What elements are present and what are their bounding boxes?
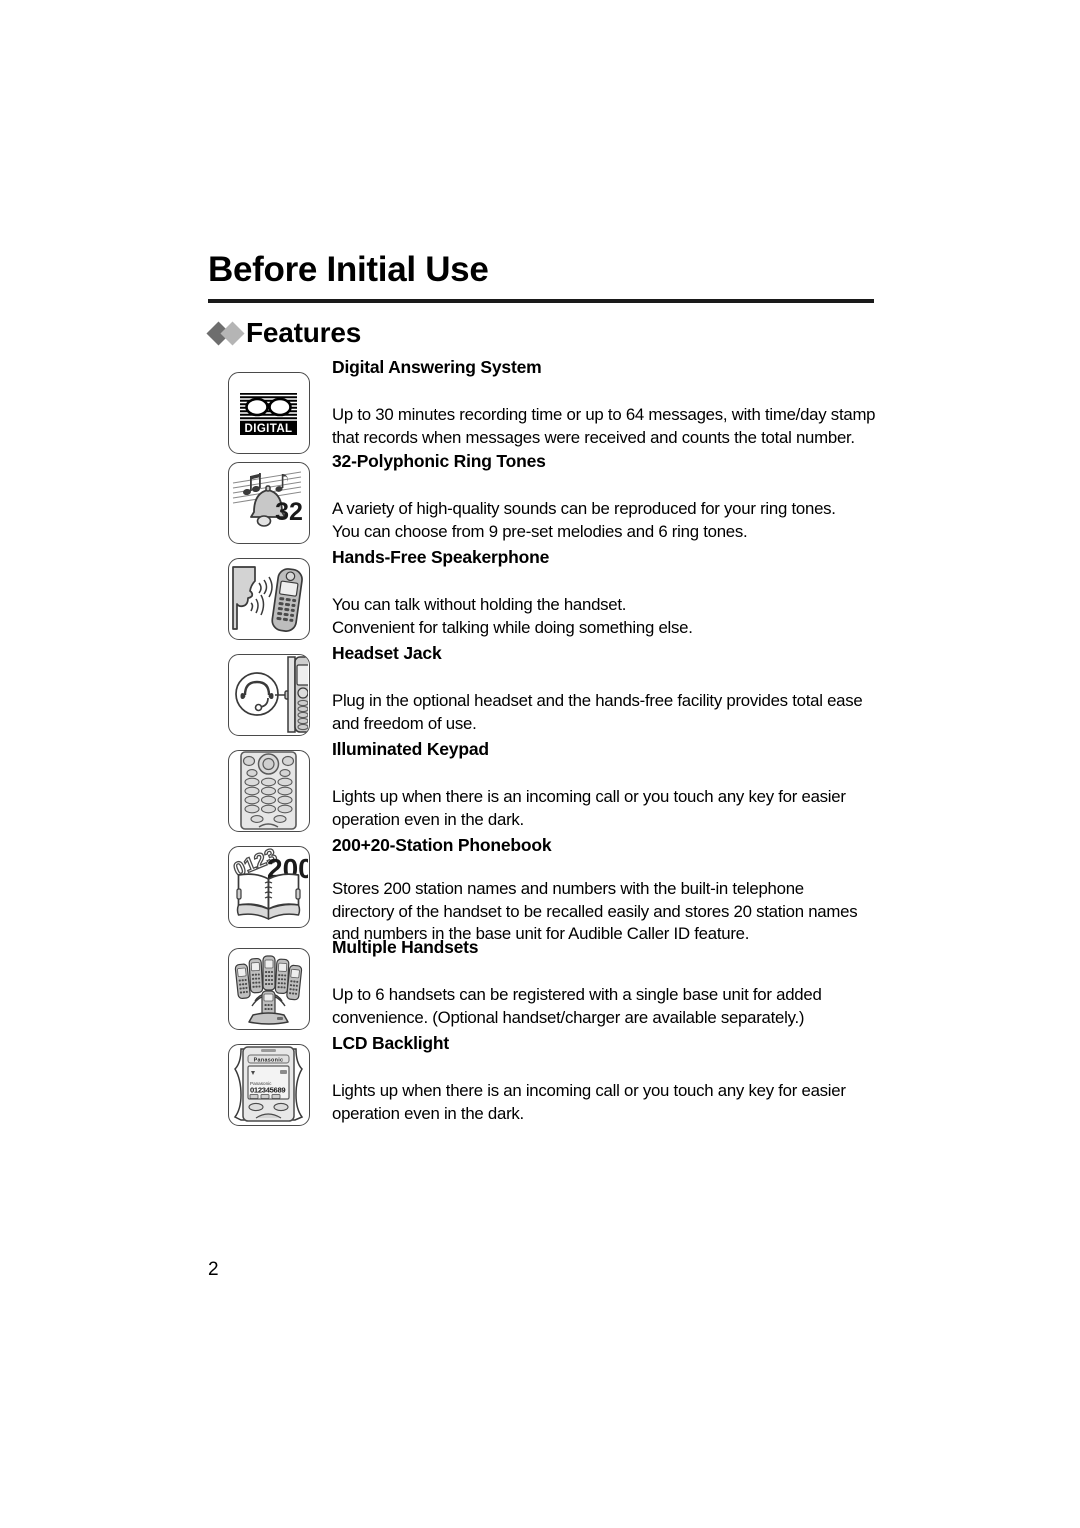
feature-text: 200+20-Station Phonebook Stores 200 stat… <box>332 834 878 946</box>
feature-item: Panasonic Panasonic 012345689 LCD Backli… <box>0 1032 1080 1126</box>
multiple-handsets-icon <box>228 948 310 1030</box>
feature-text: Illuminated Keypad Lights up when there … <box>332 738 878 831</box>
feature-title: Illuminated Keypad <box>332 739 489 759</box>
features-section-heading: Features <box>206 316 362 350</box>
feature-body: Lights up when there is an incoming call… <box>332 787 846 829</box>
svg-text:DIGITAL: DIGITAL <box>245 423 293 435</box>
feature-title: Hands-Free Speakerphone <box>332 547 550 567</box>
cassette-digital-icon: DIGITAL <box>228 372 310 454</box>
feature-body: A variety of high-quality sounds can be … <box>332 499 836 541</box>
illuminated-keypad-icon <box>228 750 310 832</box>
page-number: 2 <box>208 1259 219 1280</box>
feature-title: Digital Answering System <box>332 357 542 377</box>
section-heading-label: Features <box>246 317 362 348</box>
feature-text: Digital Answering System Up to 30 minute… <box>332 356 878 449</box>
feature-title: 200+20-Station Phonebook <box>332 835 552 855</box>
bell-music-notes-icon: 32 <box>228 462 310 544</box>
svg-text:012345689: 012345689 <box>250 1086 285 1095</box>
feature-title: LCD Backlight <box>332 1033 449 1053</box>
feature-item: Illuminated Keypad Lights up when there … <box>0 738 1080 832</box>
page-title: Before Initial Use <box>208 250 489 289</box>
svg-text:32: 32 <box>275 498 303 526</box>
feature-text: Headset Jack Plug in the optional headse… <box>332 642 878 735</box>
feature-item: Hands-Free Speakerphone You can talk wit… <box>0 546 1080 640</box>
feature-title: Headset Jack <box>332 643 442 663</box>
feature-text: 32-Polyphonic Ring Tones A variety of hi… <box>332 450 878 543</box>
feature-item: 0123 200 <box>0 834 1080 943</box>
feature-title: Multiple Handsets <box>332 937 479 957</box>
diamond-bullet-light-icon <box>220 320 245 346</box>
feature-title: 32-Polyphonic Ring Tones <box>332 451 546 471</box>
title-divider <box>208 299 874 303</box>
open-book-phonebook-icon: 0123 200 <box>228 846 310 928</box>
headset-jack-icon <box>228 654 310 736</box>
speaking-face-handset-icon <box>228 558 310 640</box>
lcd-backlight-icon: Panasonic Panasonic 012345689 <box>228 1044 310 1126</box>
svg-text:Panasonic: Panasonic <box>254 1057 284 1063</box>
feature-item: Multiple Handsets Up to 6 handsets can b… <box>0 936 1080 1030</box>
feature-item: Headset Jack Plug in the optional headse… <box>0 642 1080 736</box>
feature-body: Up to 30 minutes recording time or up to… <box>332 405 876 447</box>
feature-body: Lights up when there is an incoming call… <box>332 1081 846 1123</box>
feature-item: DIGITAL Digital Answering System Up to 3… <box>0 356 1080 454</box>
feature-body: Plug in the optional headset and the han… <box>332 691 863 733</box>
feature-item: 32 32-Polyphonic Ring Tones A variety of… <box>0 450 1080 544</box>
feature-text: Multiple Handsets Up to 6 handsets can b… <box>332 936 878 1029</box>
feature-text: Hands-Free Speakerphone You can talk wit… <box>332 546 878 639</box>
feature-text: LCD Backlight Lights up when there is an… <box>332 1032 878 1125</box>
feature-body: You can talk without holding the handset… <box>332 595 693 637</box>
feature-body: Up to 6 handsets can be registered with … <box>332 985 822 1027</box>
manual-page: Before Initial Use Features DIGITAL Digi… <box>0 0 1080 1528</box>
